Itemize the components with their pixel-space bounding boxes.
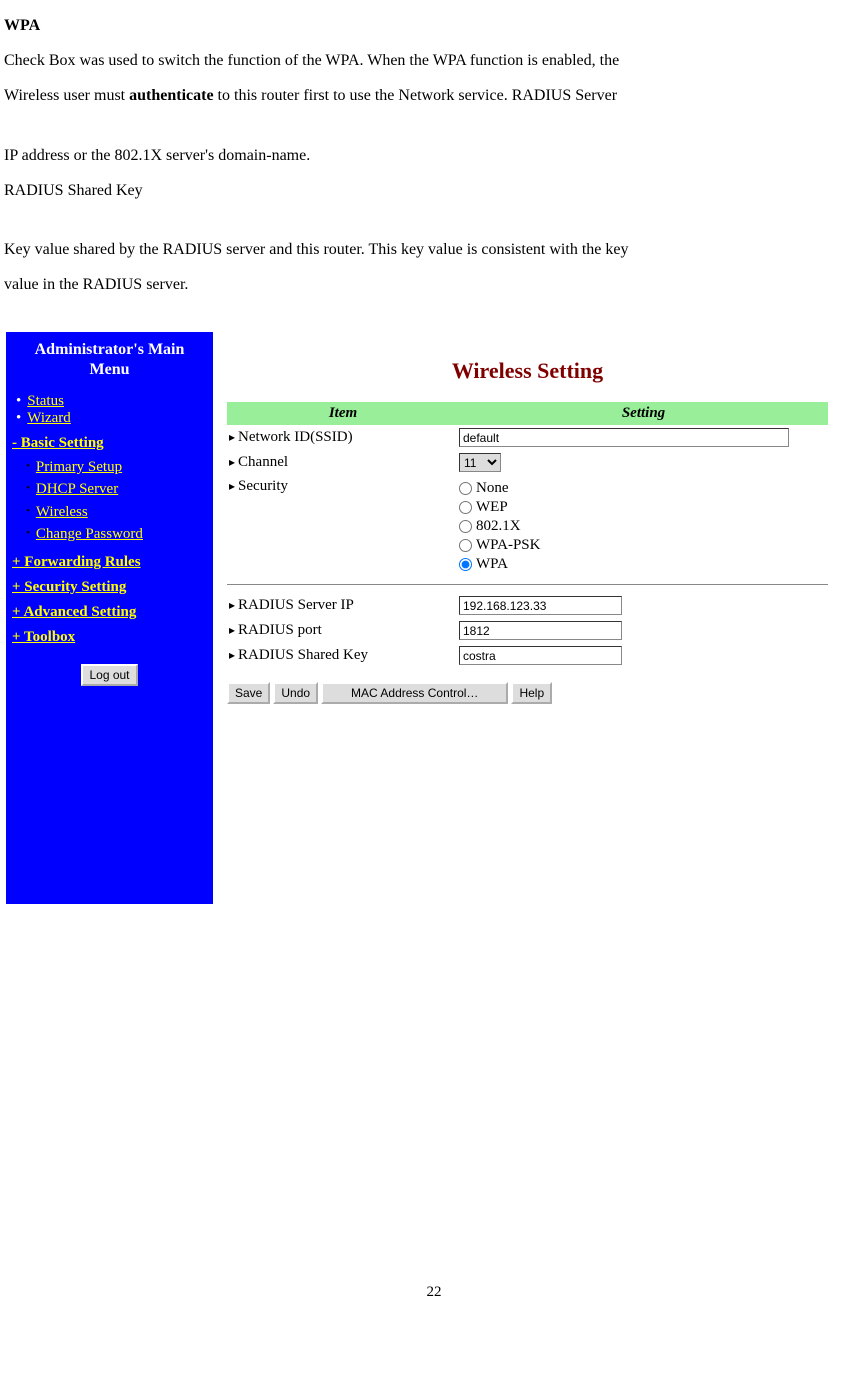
ssid-input[interactable] bbox=[459, 428, 789, 447]
document-body: WPA Check Box was used to switch the fun… bbox=[4, 8, 864, 302]
sidebar-title: Administrator's Main Menu bbox=[12, 340, 207, 378]
save-button[interactable]: Save bbox=[227, 682, 270, 704]
radius-port-label: RADIUS port bbox=[227, 622, 459, 639]
text-fragment: Wireless user must bbox=[4, 87, 129, 104]
wireless-link[interactable]: Wireless bbox=[36, 504, 88, 520]
sidebar-item-dhcp-server[interactable]: DHCP Server bbox=[26, 478, 207, 501]
toolbox-link[interactable]: + Toolbox bbox=[12, 629, 207, 646]
paragraph-line: RADIUS Shared Key bbox=[4, 173, 864, 208]
sidebar-title-line1: Administrator's Main bbox=[35, 341, 185, 358]
radio-wep[interactable] bbox=[459, 501, 472, 514]
security-radio-group: None WEP 802.1X WPA-PSK WPA bbox=[459, 478, 828, 573]
sidebar-item-change-password[interactable]: Change Password bbox=[26, 523, 207, 546]
security-option-wep[interactable]: WEP bbox=[459, 499, 828, 516]
mac-address-control-button[interactable]: MAC Address Control… bbox=[321, 682, 508, 704]
primary-setup-link[interactable]: Primary Setup bbox=[36, 459, 122, 475]
security-option-none[interactable]: None bbox=[459, 480, 828, 497]
radio-wpapsk[interactable] bbox=[459, 539, 472, 552]
paragraph-line: Check Box was used to switch the functio… bbox=[4, 43, 864, 78]
row-radius-port: RADIUS port bbox=[227, 618, 828, 643]
radio-8021x[interactable] bbox=[459, 520, 472, 533]
radio-label: 802.1X bbox=[476, 518, 521, 535]
sidebar-item-wireless[interactable]: Wireless bbox=[26, 501, 207, 524]
row-radius-key: RADIUS Shared Key bbox=[227, 643, 828, 668]
header-setting: Setting bbox=[459, 402, 828, 425]
paragraph-line: IP address or the 802.1X server's domain… bbox=[4, 138, 864, 173]
radio-label: None bbox=[476, 480, 509, 497]
row-channel: Channel 11 bbox=[227, 450, 828, 475]
help-button[interactable]: Help bbox=[511, 682, 552, 704]
status-link[interactable]: Status bbox=[27, 393, 64, 409]
page-number: 22 bbox=[4, 1284, 864, 1301]
radio-wpa[interactable] bbox=[459, 558, 472, 571]
sidebar-item-status[interactable]: Status bbox=[16, 393, 207, 410]
wpa-heading: WPA bbox=[4, 8, 864, 43]
table-header: Item Setting bbox=[227, 402, 828, 425]
radius-ip-input[interactable] bbox=[459, 596, 622, 615]
router-screenshot: Administrator's Main Menu Status Wizard … bbox=[6, 332, 842, 904]
radio-label: WPA-PSK bbox=[476, 537, 540, 554]
row-ssid: Network ID(SSID) bbox=[227, 425, 828, 450]
change-password-link[interactable]: Change Password bbox=[36, 526, 143, 542]
radius-key-label: RADIUS Shared Key bbox=[227, 647, 459, 664]
sidebar-item-wizard[interactable]: Wizard bbox=[16, 410, 207, 427]
ssid-label: Network ID(SSID) bbox=[227, 429, 459, 446]
paragraph-line: Wireless user must authenticate to this … bbox=[4, 78, 864, 113]
basic-setting-link[interactable]: - Basic Setting bbox=[12, 435, 207, 452]
radius-port-input[interactable] bbox=[459, 621, 622, 640]
security-option-8021x[interactable]: 802.1X bbox=[459, 518, 828, 535]
channel-select[interactable]: 11 bbox=[459, 453, 501, 472]
header-item: Item bbox=[227, 402, 459, 425]
security-setting-link[interactable]: + Security Setting bbox=[12, 579, 207, 596]
basic-sub-list: Primary Setup DHCP Server Wireless Chang… bbox=[12, 456, 207, 546]
sidebar-item-primary-setup[interactable]: Primary Setup bbox=[26, 456, 207, 479]
radius-key-input[interactable] bbox=[459, 646, 622, 665]
row-radius-ip: RADIUS Server IP bbox=[227, 593, 828, 618]
radio-none[interactable] bbox=[459, 482, 472, 495]
security-label: Security bbox=[227, 478, 459, 495]
dhcp-server-link[interactable]: DHCP Server bbox=[36, 481, 118, 497]
wizard-link[interactable]: Wizard bbox=[27, 410, 71, 426]
security-option-wpapsk[interactable]: WPA-PSK bbox=[459, 537, 828, 554]
undo-button[interactable]: Undo bbox=[273, 682, 318, 704]
page-title: Wireless Setting bbox=[227, 358, 828, 384]
admin-sidebar: Administrator's Main Menu Status Wizard … bbox=[6, 332, 213, 904]
main-panel: Wireless Setting Item Setting Network ID… bbox=[213, 332, 842, 904]
advanced-setting-link[interactable]: + Advanced Setting bbox=[12, 604, 207, 621]
button-row: Save Undo MAC Address Control… Help bbox=[227, 682, 828, 704]
separator bbox=[227, 584, 828, 585]
channel-label: Channel bbox=[227, 454, 459, 471]
radio-label: WPA bbox=[476, 556, 508, 573]
radius-ip-label: RADIUS Server IP bbox=[227, 597, 459, 614]
security-option-wpa[interactable]: WPA bbox=[459, 556, 828, 573]
row-security: Security None WEP 802.1X WPA-PSK WPA bbox=[227, 475, 828, 576]
paragraph-line: Key value shared by the RADIUS server an… bbox=[4, 232, 864, 267]
paragraph-line: value in the RADIUS server. bbox=[4, 267, 864, 302]
radio-label: WEP bbox=[476, 499, 508, 516]
forwarding-rules-link[interactable]: + Forwarding Rules bbox=[12, 554, 207, 571]
text-bold: authenticate bbox=[129, 87, 213, 104]
text-fragment: to this router first to use the Network … bbox=[214, 87, 617, 104]
sidebar-top-list: Status Wizard bbox=[12, 393, 207, 427]
logout-button[interactable]: Log out bbox=[81, 664, 137, 686]
sidebar-title-line2: Menu bbox=[90, 361, 130, 378]
